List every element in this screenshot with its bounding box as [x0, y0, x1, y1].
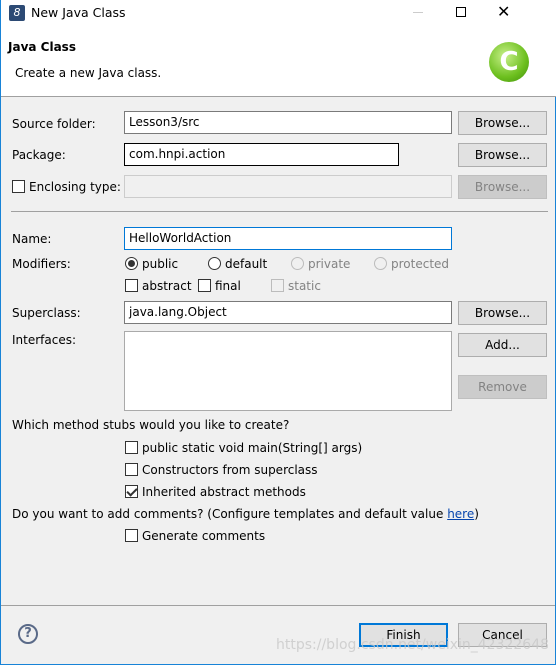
abstract-checkbox[interactable]	[125, 279, 138, 292]
interfaces-label: Interfaces:	[12, 333, 77, 347]
final-label: final	[215, 279, 241, 293]
radio-public[interactable]	[125, 257, 138, 270]
enclosing-type-checkbox[interactable]	[12, 180, 25, 193]
close-button[interactable]: ✕	[497, 2, 510, 21]
radio-default-label: default	[225, 257, 268, 271]
footer-separator	[1, 605, 555, 606]
radio-private[interactable]	[291, 257, 304, 270]
comments-question: Do you want to add comments? (Configure …	[12, 507, 479, 521]
page-title: Java Class	[8, 40, 76, 54]
name-input[interactable]: HelloWorldAction	[124, 227, 452, 250]
abstract-label: abstract	[142, 279, 192, 293]
window-title: New Java Class	[31, 5, 126, 20]
maximize-button[interactable]	[456, 7, 466, 17]
radio-public-label: public	[142, 257, 179, 271]
comments-question-close: )	[474, 507, 479, 521]
enclosing-type-label: Enclosing type:	[29, 180, 121, 194]
modifiers-label: Modifiers:	[12, 257, 71, 271]
enclosing-type-input[interactable]	[124, 175, 452, 198]
superclass-label: Superclass:	[12, 306, 81, 320]
remove-interface-button[interactable]: Remove	[458, 375, 547, 399]
watermark: https://blog.csdn.net/weixin_42322648	[276, 637, 550, 653]
add-interface-button[interactable]: Add...	[458, 333, 547, 357]
help-icon[interactable]: ?	[18, 624, 38, 644]
source-folder-label: Source folder:	[12, 117, 96, 131]
source-folder-input[interactable]: Lesson3/src	[124, 111, 452, 134]
source-folder-browse-button[interactable]: Browse...	[458, 111, 547, 135]
radio-private-label: private	[308, 257, 351, 271]
constructors-stub-label: Constructors from superclass	[142, 463, 318, 477]
package-label: Package:	[12, 148, 66, 162]
generate-comments-checkbox[interactable]	[125, 529, 138, 542]
page-description: Create a new Java class.	[15, 66, 162, 80]
separator	[11, 211, 548, 212]
minimize-button[interactable]	[413, 12, 423, 13]
constructors-stub-checkbox[interactable]	[125, 463, 138, 476]
main-stub-checkbox[interactable]	[125, 441, 138, 454]
final-checkbox[interactable]	[198, 279, 211, 292]
generate-comments-label: Generate comments	[142, 529, 266, 543]
main-stub-label: public static void main(String[] args)	[142, 441, 363, 455]
static-label: static	[288, 279, 321, 293]
java-class-icon: C	[489, 42, 529, 82]
superclass-input[interactable]: java.lang.Object	[124, 301, 452, 324]
comments-question-text: Do you want to add comments? (Configure …	[12, 507, 448, 521]
interfaces-list[interactable]	[124, 331, 452, 411]
radio-protected-label: protected	[391, 257, 450, 271]
inherited-stub-checkbox[interactable]	[125, 485, 138, 498]
superclass-browse-button[interactable]: Browse...	[458, 301, 547, 325]
name-label: Name:	[12, 232, 52, 246]
templates-link[interactable]: here	[447, 507, 474, 521]
package-browse-button[interactable]: Browse...	[458, 143, 547, 167]
package-input[interactable]: com.hnpi.action	[124, 143, 399, 166]
eclipse-app-icon: 8	[9, 5, 25, 21]
wizard-header: Java Class Create a new Java class. C	[1, 26, 556, 97]
enclosing-type-browse-button[interactable]: Browse...	[458, 175, 547, 199]
title-bar: 8 New Java Class ✕	[1, 0, 556, 26]
static-checkbox[interactable]	[271, 279, 284, 292]
inherited-stub-label: Inherited abstract methods	[142, 485, 306, 499]
radio-default[interactable]	[208, 257, 221, 270]
radio-protected[interactable]	[374, 257, 387, 270]
stubs-question: Which method stubs would you like to cre…	[12, 418, 290, 432]
dialog-window: 8 New Java Class ✕ Java Class Create a n…	[0, 0, 556, 665]
